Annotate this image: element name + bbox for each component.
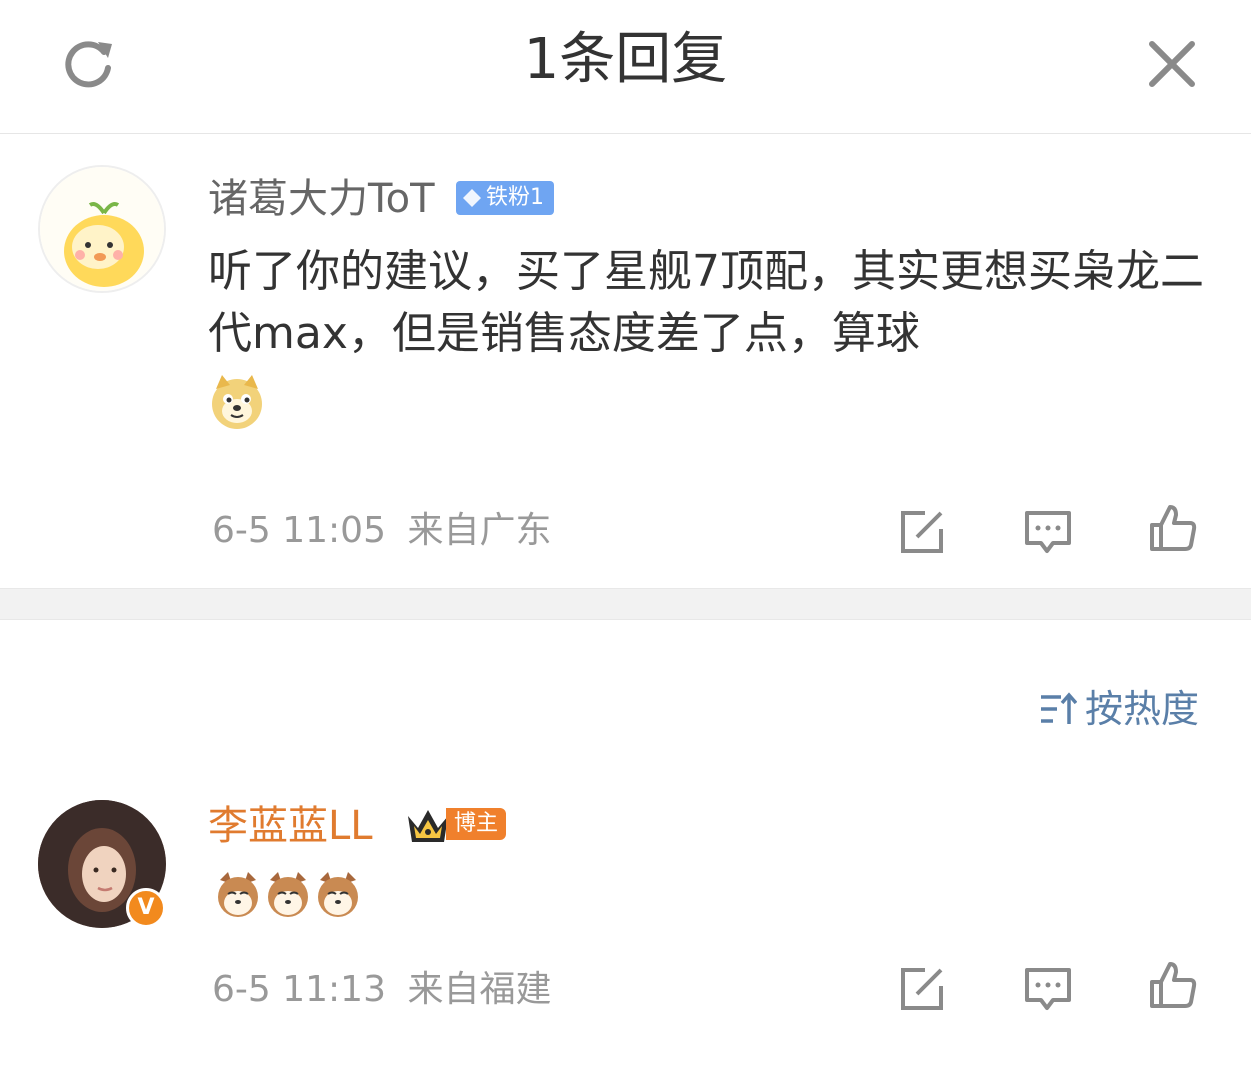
cat-emoji-icon xyxy=(268,872,308,917)
author-badge: 博主 xyxy=(446,808,507,840)
like-icon[interactable] xyxy=(1148,503,1198,553)
share-icon[interactable] xyxy=(897,964,947,1014)
avatar[interactable] xyxy=(38,165,166,293)
location: 来自福建 xyxy=(407,969,552,1010)
main-comment: 诸葛大力ToT 铁粉1 听了你的建议，买了星舰7顶配，其实更想买枭龙二代max，… xyxy=(0,135,1251,587)
section-divider xyxy=(0,588,1251,620)
sort-icon xyxy=(1040,692,1077,724)
crown-icon xyxy=(408,810,448,842)
reply-comment: V 李蓝蓝LL 博主 6-5 11:13 来自福建 xyxy=(0,800,1251,1080)
verified-badge: V xyxy=(126,888,166,928)
duck-avatar-icon xyxy=(40,167,164,291)
diamond-icon xyxy=(463,189,481,207)
sort-label: 按热度 xyxy=(1084,687,1199,731)
doge-emoji-icon xyxy=(212,375,262,429)
like-icon[interactable] xyxy=(1148,960,1198,1010)
fan-badge: 铁粉1 xyxy=(456,181,554,215)
cat-emoji-group xyxy=(214,870,362,918)
fan-badge-label: 铁粉1 xyxy=(486,185,544,210)
comment-meta: 6-5 11:05 来自广东 xyxy=(212,509,551,553)
location: 来自广东 xyxy=(407,510,552,551)
sort-toggle[interactable]: 按热度 xyxy=(1039,686,1199,732)
timestamp: 6-5 11:13 xyxy=(212,969,386,1010)
comment-meta: 6-5 11:13 来自福建 xyxy=(212,968,551,1012)
share-icon[interactable] xyxy=(897,507,947,557)
cat-emoji-icon xyxy=(218,872,258,917)
timestamp: 6-5 11:05 xyxy=(212,510,386,551)
username[interactable]: 李蓝蓝LL xyxy=(208,802,373,850)
close-icon[interactable] xyxy=(1144,36,1200,92)
header-bar: 1条回复 xyxy=(0,0,1251,134)
comment-text: 听了你的建议，买了星舰7顶配，其实更想买枭龙二代max，但是销售态度差了点，算球 xyxy=(208,246,1204,359)
username[interactable]: 诸葛大力ToT xyxy=(208,175,435,223)
comment-icon[interactable] xyxy=(1023,964,1073,1014)
cat-emoji-icon xyxy=(318,872,358,917)
page-title: 1条回复 xyxy=(523,27,728,92)
comment-icon[interactable] xyxy=(1023,507,1073,557)
